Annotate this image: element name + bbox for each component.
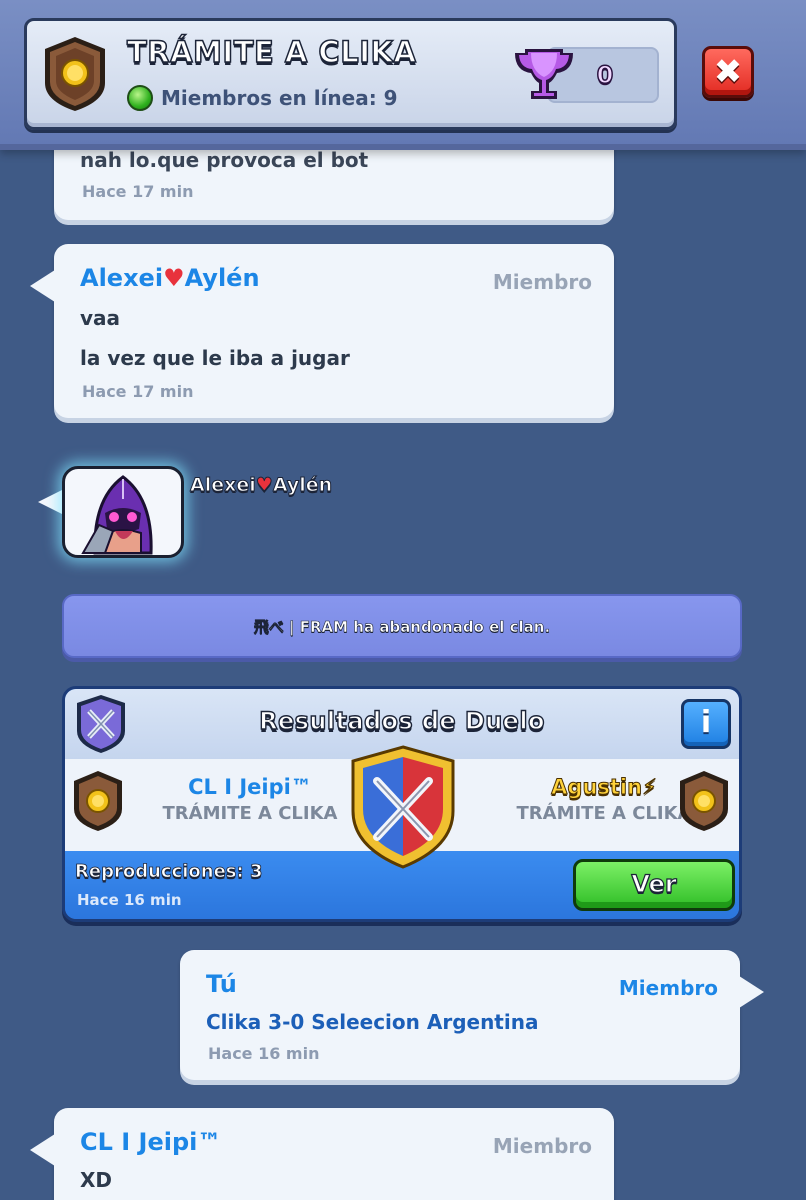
left-player-name[interactable]: CL I Jeipi™ — [125, 775, 375, 799]
message-sender: Tú — [206, 970, 237, 998]
message-text: la vez que le iba a jugar — [80, 346, 350, 370]
chat-message: CL I Jeipi™ Miembro XD — [30, 1108, 614, 1200]
emote-sender[interactable]: Alexei♥Aylén — [190, 474, 333, 497]
message-text: XD — [80, 1168, 113, 1192]
trophy-icon — [515, 49, 573, 99]
heart-icon: ♥ — [163, 264, 185, 292]
sender-name-part: Aylén — [184, 264, 260, 292]
clan-badge-icon — [45, 37, 105, 111]
close-button[interactable]: ✖ — [702, 46, 754, 98]
clan-badge-icon — [74, 771, 122, 831]
notice-text: 飛べ | FRAM ha abandonado el clan. — [253, 617, 551, 636]
message-text: nah lo.que provoca el bot — [80, 148, 369, 172]
duel-time: Hace 16 min — [77, 891, 182, 909]
heart-icon: ♥ — [255, 474, 273, 497]
executioner-emote-icon — [81, 475, 153, 555]
clan-trophies: 0 — [511, 41, 659, 107]
view-replay-button[interactable]: Ver — [573, 859, 735, 911]
own-chat-message: Tú Miembro Clika 3-0 Seleecion Argentina… — [180, 950, 764, 1080]
message-sender[interactable]: CL I Jeipi™ — [80, 1128, 221, 1156]
message-text: Clika 3-0 Seleecion Argentina — [206, 1010, 539, 1034]
message-time: Hace 16 min — [208, 1044, 320, 1063]
replay-count: Reproducciones: 3 — [75, 861, 263, 883]
clan-header: TRÁMITE A CLIKA Miembros en línea: 9 0 ✖ — [0, 0, 806, 150]
sender-name-part: Alexei — [80, 264, 164, 292]
emote-message[interactable] — [62, 466, 184, 558]
member-role: Miembro — [492, 270, 592, 294]
message-sender[interactable]: Alexei♥Aylén — [80, 264, 260, 292]
member-role: Miembro — [618, 976, 718, 1000]
online-members: Miembros en línea: 9 — [127, 85, 398, 111]
duel-crest-icon — [351, 745, 455, 869]
online-members-label: Miembros en línea: 9 — [161, 86, 398, 110]
sender-name-part: Alexei — [190, 474, 257, 497]
message-time: Hace 17 min — [82, 382, 194, 401]
clan-name: TRÁMITE A CLIKA — [126, 34, 417, 70]
duel-title: Resultados de Duelo — [258, 706, 545, 735]
member-role: Miembro — [492, 1134, 592, 1158]
online-status-icon — [127, 85, 153, 111]
clan-info-panel[interactable]: TRÁMITE A CLIKA Miembros en línea: 9 0 — [24, 18, 677, 130]
info-button[interactable]: i — [681, 699, 731, 749]
chat-message: Alexei♥Aylén Miembro vaa la vez que le i… — [30, 244, 614, 418]
clan-badge-icon — [680, 771, 728, 831]
message-time: Hace 17 min — [82, 182, 194, 201]
left-player-clan: TRÁMITE A CLIKA — [162, 803, 338, 824]
sender-name-part: Aylén — [272, 474, 333, 497]
message-text: vaa — [80, 306, 121, 330]
duel-results-card: Resultados de Duelo i CL I Jeipi™ TRÁMIT… — [62, 686, 742, 922]
clan-left-notice: 飛べ | FRAM ha abandonado el clan. — [62, 594, 742, 658]
